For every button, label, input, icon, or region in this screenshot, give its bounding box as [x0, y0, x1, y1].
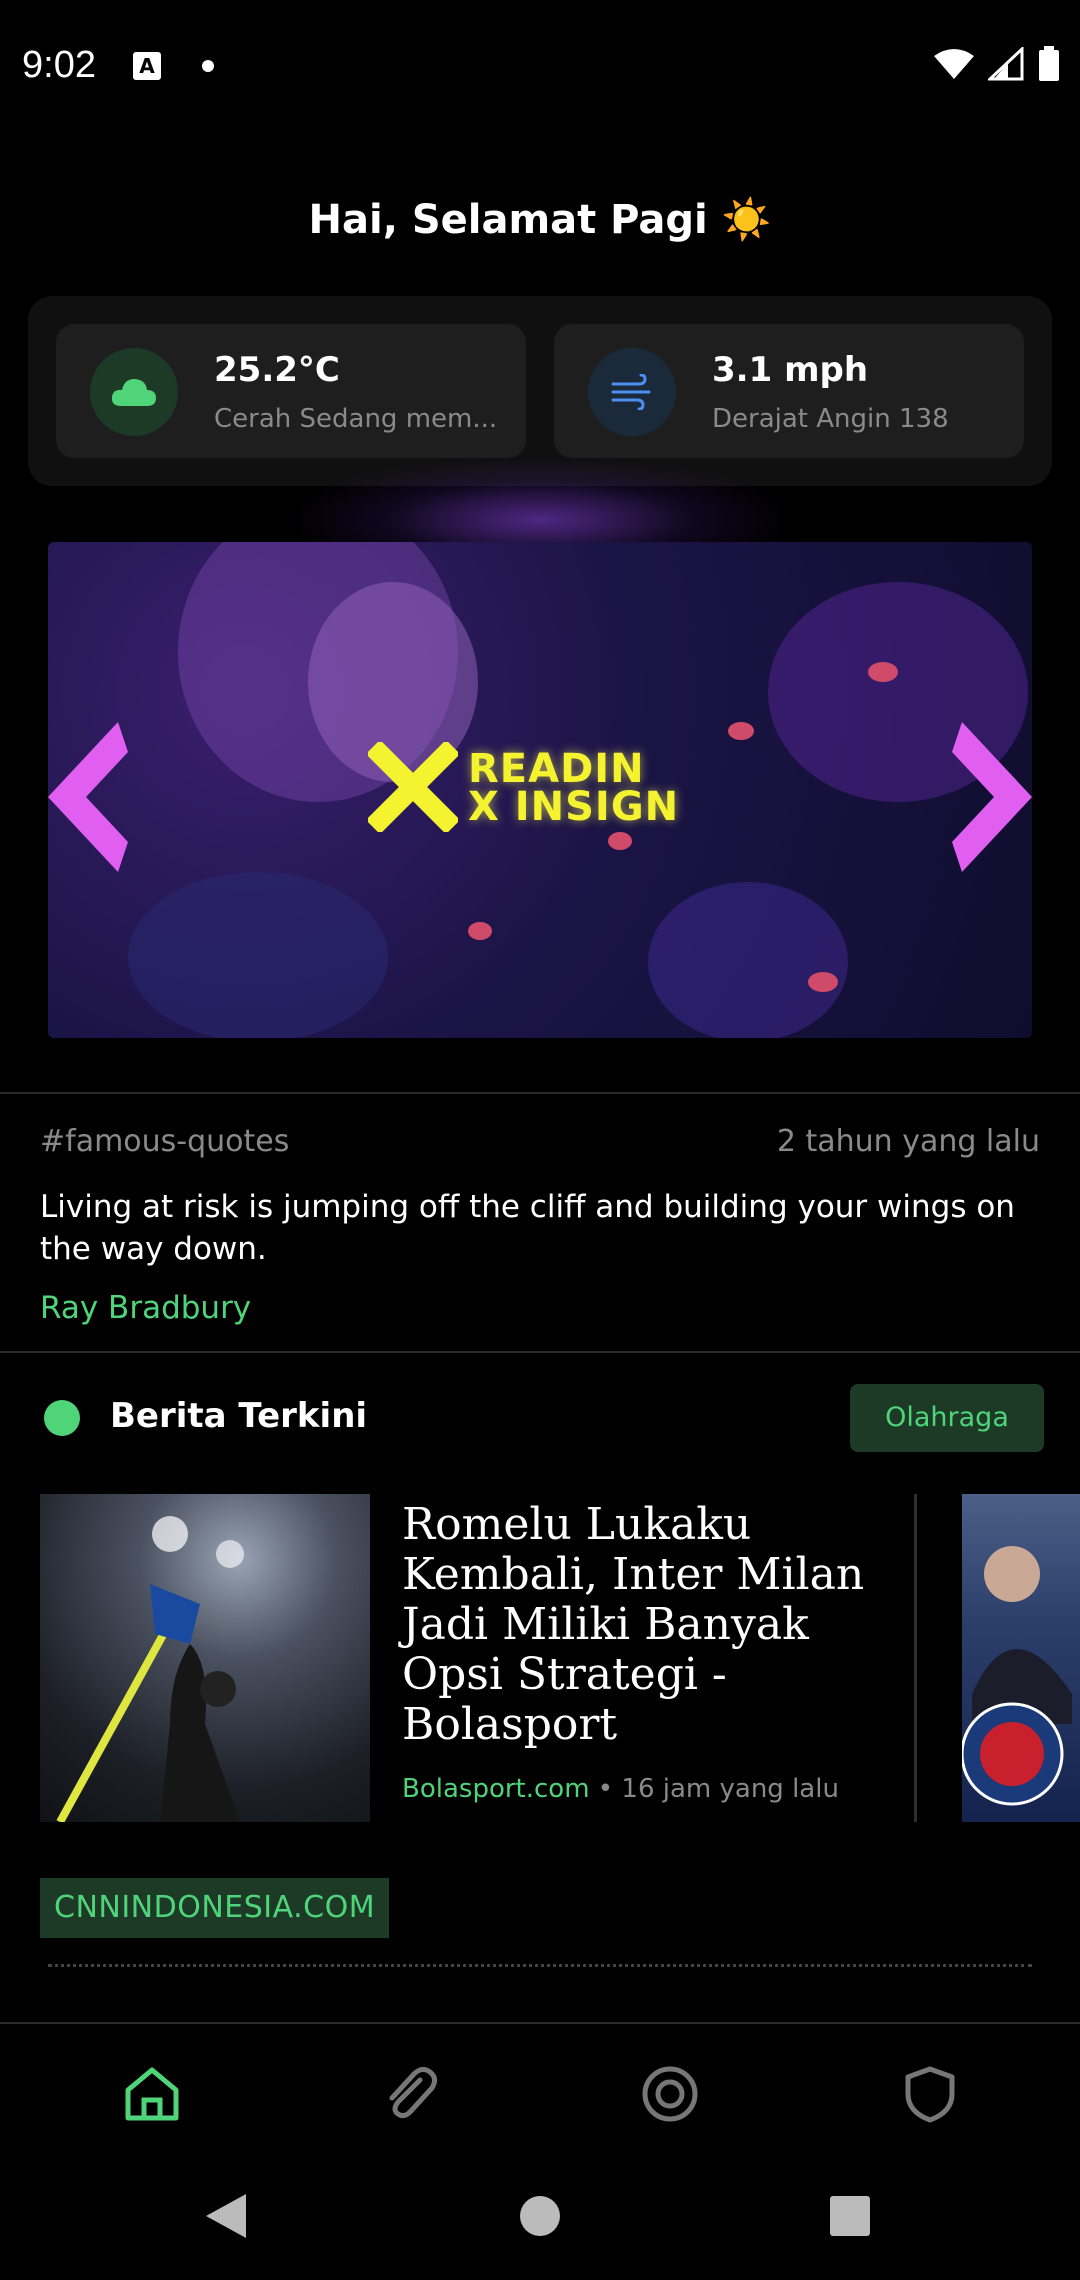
wifi-icon	[934, 49, 974, 79]
news-headline[interactable]: Romelu Lukaku Kembali, Inter Milan Jadi …	[402, 1500, 902, 1750]
divider	[0, 1092, 1080, 1094]
weather-panel: 25.2°C Cerah Sedang mem... 3.1 mph Deraj…	[28, 296, 1052, 486]
recents-icon[interactable]	[828, 2192, 872, 2240]
home-button-icon[interactable]	[518, 2192, 562, 2240]
quote-author[interactable]: Ray Bradbury	[40, 1290, 251, 1326]
banner-line-1: READIN	[468, 746, 645, 792]
battery-icon	[1039, 46, 1059, 81]
paperclip-icon	[389, 2066, 438, 2119]
quote-tag: #famous-quotes	[40, 1124, 290, 1159]
status-icons	[934, 46, 1060, 82]
banner-line-2: X INSIGN	[468, 784, 680, 830]
bottom-navigation	[0, 2022, 1080, 2152]
news-thumbnail-next[interactable]	[962, 1494, 1080, 1822]
temperature-card[interactable]: 25.2°C Cerah Sedang mem...	[56, 324, 526, 458]
nav-attachments[interactable]	[378, 2062, 442, 2126]
temperature-value: 25.2°C	[214, 350, 340, 390]
home-icon	[125, 2067, 179, 2121]
nav-home[interactable]	[120, 2062, 184, 2126]
status-time: 9:02	[22, 44, 96, 86]
chevron-left-icon[interactable]	[48, 722, 128, 872]
dotted-divider	[48, 1964, 1032, 1967]
system-navigation	[0, 2152, 1080, 2280]
quote-time: 2 tahun yang lalu	[776, 1124, 1040, 1159]
status-bar: 9:02 A	[0, 0, 1080, 132]
signal-icon	[988, 47, 1024, 81]
wind-card[interactable]: 3.1 mph Derajat Angin 138	[554, 324, 1024, 458]
wind-degree: Derajat Angin 138	[712, 404, 949, 434]
weather-condition: Cerah Sedang mem...	[214, 404, 498, 434]
news-time: • 16 jam yang lalu	[589, 1774, 839, 1804]
x-logo-icon	[368, 742, 458, 832]
wind-speed-value: 3.1 mph	[712, 350, 869, 390]
category-chip[interactable]: Olahraga	[850, 1384, 1044, 1452]
back-icon[interactable]	[204, 2192, 248, 2240]
nav-explore[interactable]	[638, 2062, 702, 2126]
banner-title: READIN X INSIGN	[468, 746, 680, 830]
news-source[interactable]: Bolasport.com	[402, 1774, 590, 1804]
news-section-title: Berita Terkini	[110, 1396, 368, 1436]
greeting-title: Hai, Selamat Pagi ☀️	[308, 197, 772, 243]
chevron-right-icon[interactable]	[952, 722, 1032, 872]
promo-banner[interactable]: READIN X INSIGN	[48, 542, 1032, 1038]
news-meta: Bolasport.com • 16 jam yang lalu	[402, 1774, 839, 1804]
news-separator	[914, 1494, 917, 1822]
notification-dot-icon	[202, 60, 214, 72]
source-chip[interactable]: CNNINDONESIA.COM	[40, 1878, 390, 1938]
keyboard-notification-icon: A	[133, 52, 161, 80]
wind-icon	[588, 348, 676, 436]
divider	[0, 1351, 1080, 1353]
shield-icon	[905, 2066, 955, 2123]
news-thumbnail[interactable]	[40, 1494, 370, 1822]
news-status-dot	[44, 1400, 80, 1436]
quote-text: Living at risk is jumping off the cliff …	[40, 1189, 1015, 1267]
cloud-icon	[90, 348, 178, 436]
nav-security[interactable]	[898, 2062, 962, 2126]
target-icon	[642, 2066, 698, 2122]
